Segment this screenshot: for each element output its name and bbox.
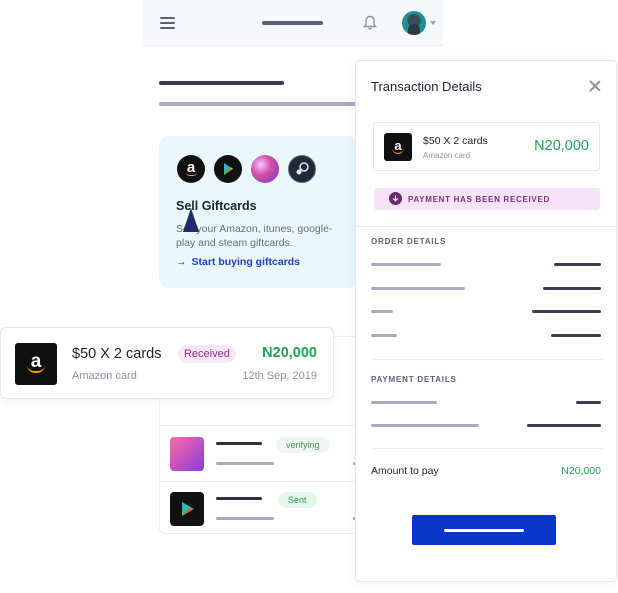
panel-title: Transaction Details bbox=[371, 79, 482, 94]
avatar[interactable] bbox=[402, 11, 426, 35]
chevron-down-icon[interactable] bbox=[430, 21, 436, 25]
itunes-card-thumbnail bbox=[170, 437, 204, 471]
order-value-placeholder bbox=[543, 287, 601, 290]
arrow-right-icon: → bbox=[176, 256, 187, 268]
order-value-placeholder bbox=[532, 310, 601, 313]
payment-details-label: PAYMENT DETAILS bbox=[371, 375, 457, 384]
topbar-placeholder bbox=[262, 21, 323, 25]
promo-description: Sell your Amazon, itunes, google-play an… bbox=[176, 223, 333, 249]
transaction-title: $50 X 2 cards bbox=[72, 346, 162, 362]
top-bar bbox=[142, 0, 443, 46]
transaction-summary: a $50 X 2 cards Amazon card N20,000 bbox=[373, 122, 600, 171]
amazon-logo-icon: a bbox=[15, 343, 57, 385]
order-key-placeholder bbox=[371, 287, 465, 290]
list-item-title-placeholder bbox=[216, 497, 262, 500]
amazon-logo-icon: a bbox=[384, 133, 412, 161]
arrow-down-circle-icon bbox=[389, 192, 402, 205]
payment-value-placeholder bbox=[527, 424, 601, 427]
list-item[interactable]: Sent bbox=[170, 492, 356, 528]
transaction-date: 12th Sep, 2019 bbox=[242, 370, 317, 382]
summary-subtitle: Amazon card bbox=[423, 151, 471, 160]
list-item-subtitle-placeholder bbox=[216, 462, 274, 465]
transaction-subtitle: Amazon card bbox=[72, 370, 137, 382]
payment-received-notice: PAYMENT HAS BEEN RECEIVED bbox=[374, 188, 600, 210]
order-key-placeholder bbox=[371, 263, 441, 266]
hamburger-icon[interactable] bbox=[160, 17, 175, 29]
steam-icon bbox=[288, 155, 316, 183]
order-key-placeholder bbox=[371, 334, 397, 337]
close-icon[interactable] bbox=[589, 80, 601, 92]
order-value-placeholder bbox=[551, 334, 601, 337]
list-item[interactable]: verifying bbox=[170, 437, 356, 473]
amazon-icon: a bbox=[177, 155, 205, 183]
payment-key-placeholder bbox=[371, 424, 479, 427]
order-details-label: ORDER DETAILS bbox=[371, 237, 447, 246]
pay-button[interactable] bbox=[412, 515, 556, 545]
summary-amount: N20,000 bbox=[534, 138, 589, 154]
transaction-amount: N20,000 bbox=[262, 345, 317, 361]
google-play-card-thumbnail bbox=[170, 492, 204, 526]
itunes-icon bbox=[251, 155, 279, 183]
divider bbox=[371, 359, 603, 360]
amount-to-pay-label: Amount to pay bbox=[371, 465, 439, 477]
google-play-icon bbox=[214, 155, 242, 183]
order-key-placeholder bbox=[371, 310, 393, 313]
payment-value-placeholder bbox=[576, 401, 601, 404]
page-subheading-placeholder bbox=[159, 102, 359, 106]
payment-key-placeholder bbox=[371, 401, 437, 404]
divider bbox=[356, 226, 616, 227]
status-badge: Received bbox=[178, 345, 236, 363]
divider bbox=[160, 425, 358, 426]
divider bbox=[371, 448, 603, 449]
status-badge: verifying bbox=[276, 437, 330, 453]
amount-to-pay-value: N20,000 bbox=[561, 465, 601, 477]
order-value-placeholder bbox=[554, 263, 601, 266]
page-heading-placeholder bbox=[159, 81, 284, 85]
start-buying-link[interactable]: → Start buying giftcards bbox=[176, 256, 300, 268]
divider bbox=[160, 481, 358, 482]
start-buying-label: Start buying giftcards bbox=[191, 256, 301, 268]
list-item-title-placeholder bbox=[216, 442, 262, 445]
list-item-subtitle-placeholder bbox=[216, 517, 274, 520]
brand-icons: a bbox=[177, 155, 316, 183]
transaction-card[interactable]: a $50 X 2 cards Received N20,000 Amazon … bbox=[0, 327, 334, 399]
transaction-details-panel: Transaction Details a $50 X 2 cards Amaz… bbox=[355, 60, 617, 582]
decorative-triangle bbox=[183, 208, 199, 232]
status-badge: Sent bbox=[278, 492, 317, 508]
bell-icon[interactable] bbox=[363, 15, 377, 31]
summary-title: $50 X 2 cards bbox=[423, 135, 488, 147]
